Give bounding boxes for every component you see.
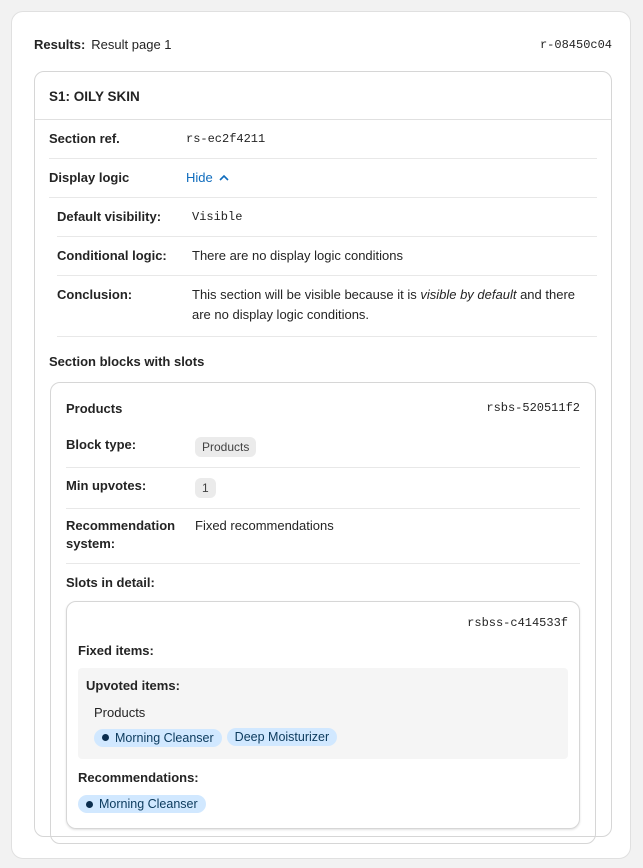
upvoted-items-label: Upvoted items:: [86, 678, 180, 693]
default-visibility-value: Visible: [192, 210, 243, 224]
min-upvotes-badge: 1: [195, 478, 216, 498]
results-ref: r-08450c04: [539, 37, 612, 52]
default-visibility-label: Default visibility:: [57, 209, 162, 224]
blocks-heading: Section blocks with slots: [49, 354, 205, 369]
upvoted-chip[interactable]: Morning Cleanser: [94, 728, 222, 747]
results-label: Results:: [34, 37, 86, 52]
chevron-up-icon: [219, 174, 229, 181]
block-type-row: Block type: Products: [66, 427, 580, 468]
block-title: Products: [66, 401, 123, 416]
conclusion-row: Conclusion: This section will be visible …: [57, 276, 597, 337]
block-type-label: Block type:: [66, 437, 137, 452]
slots-label: Slots in detail:: [66, 575, 155, 590]
upvoted-chip[interactable]: Deep Moisturizer: [226, 728, 338, 746]
rec-system-row: Recommendation system: Fixed recommendati…: [66, 509, 580, 564]
block-ref: rsbs-520511f2: [486, 401, 580, 415]
dot-icon: [86, 800, 93, 808]
slot-card: rsbss-c414533f Fixed items: Upvoted item…: [66, 601, 580, 829]
block-type-badge: Products: [195, 437, 257, 457]
recommendation-chip[interactable]: Morning Cleanser: [78, 795, 206, 813]
conditional-logic-value: There are no display logic conditions: [192, 248, 404, 263]
upvoted-items-box: Upvoted items: Products Morning Cleanser…: [78, 668, 568, 759]
hide-label: Hide: [186, 170, 213, 185]
upvoted-category: Products: [94, 705, 146, 720]
rec-system-value: Fixed recommendations: [195, 518, 334, 533]
conclusion-value: This section will be visible because it …: [192, 287, 575, 322]
block-card: Products rsbs-520511f2 Block type: Product…: [50, 382, 596, 844]
display-logic-row: Display logic Hide: [49, 159, 597, 198]
section-title: S1: OILY SKIN: [35, 72, 611, 120]
min-upvotes-row: Min upvotes: 1: [66, 468, 580, 509]
conditional-logic-label: Conditional logic:: [57, 248, 167, 263]
min-upvotes-label: Min upvotes:: [66, 478, 147, 493]
dot-icon: [102, 734, 109, 741]
section-ref-row: Section ref. rs-ec2f4211: [49, 120, 597, 159]
slot-ref: rsbss-c414533f: [467, 616, 568, 630]
recommendations-label: Recommendations:: [78, 770, 199, 785]
results-page: Result page 1: [91, 37, 172, 52]
conditional-logic-row: Conditional logic: There are no display l…: [57, 237, 597, 276]
section-card: S1: OILY SKIN Section ref. rs-ec2f4211 Di…: [34, 71, 612, 844]
display-logic-label: Display logic: [49, 170, 130, 185]
rec-system-label: Recommendation system:: [66, 518, 176, 551]
results-header: Results: Result page 1 r-08450c04: [34, 37, 612, 52]
fixed-items-label: Fixed items:: [78, 643, 154, 658]
section-ref-value: rs-ec2f4211: [186, 132, 266, 146]
section-ref-label: Section ref.: [49, 131, 120, 146]
conclusion-label: Conclusion:: [57, 287, 133, 302]
results-card: Results: Result page 1 r-08450c04 S1: OIL…: [11, 11, 631, 859]
default-visibility-row: Default visibility: Visible: [57, 198, 597, 237]
hide-toggle[interactable]: Hide: [186, 170, 229, 186]
